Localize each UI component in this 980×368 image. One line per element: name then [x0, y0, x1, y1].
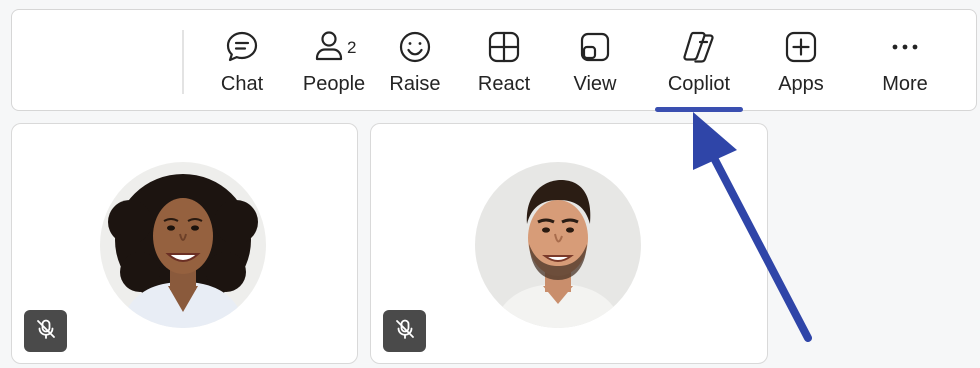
more-label: More: [882, 73, 928, 95]
view-icon: [575, 27, 615, 67]
raise-label: Raise: [389, 73, 441, 95]
mic-off-icon: [394, 318, 416, 345]
more-button[interactable]: More: [865, 10, 945, 110]
chat-icon: [222, 27, 262, 67]
muted-mic-badge: [383, 310, 426, 352]
people-button[interactable]: 2 People: [294, 10, 374, 110]
view-button[interactable]: View: [555, 10, 635, 110]
participant-tile[interactable]: [11, 123, 358, 364]
active-tab-indicator: [655, 107, 743, 112]
chat-label: Chat: [220, 73, 264, 95]
people-count-badge: 2: [347, 38, 357, 57]
participant-tile[interactable]: [370, 123, 768, 364]
participant-woman-avatar: [100, 162, 266, 328]
react-button[interactable]: React: [464, 10, 544, 110]
view-label: View: [573, 73, 617, 95]
react-label: React: [477, 73, 531, 95]
mic-off-icon: [35, 318, 57, 345]
react-icon: [484, 27, 524, 67]
apps-button[interactable]: Apps: [761, 10, 841, 110]
raise-button[interactable]: Raise: [375, 10, 455, 110]
people-label: People: [302, 73, 366, 95]
apps-icon: [781, 27, 821, 67]
toolbar-divider: [182, 30, 184, 94]
copilot-label: Copliot: [667, 73, 731, 95]
copilot-button[interactable]: Copliot: [649, 10, 749, 110]
muted-mic-badge: [24, 310, 67, 352]
raise-hand-icon: [395, 27, 435, 67]
more-icon: [885, 27, 925, 67]
chat-button[interactable]: Chat: [202, 10, 282, 110]
participant-man-avatar: [475, 162, 641, 328]
meeting-toolbar: Chat 2 People Raise React View Copliot A…: [11, 9, 977, 112]
copilot-icon: [679, 27, 719, 67]
apps-label: Apps: [778, 73, 824, 95]
